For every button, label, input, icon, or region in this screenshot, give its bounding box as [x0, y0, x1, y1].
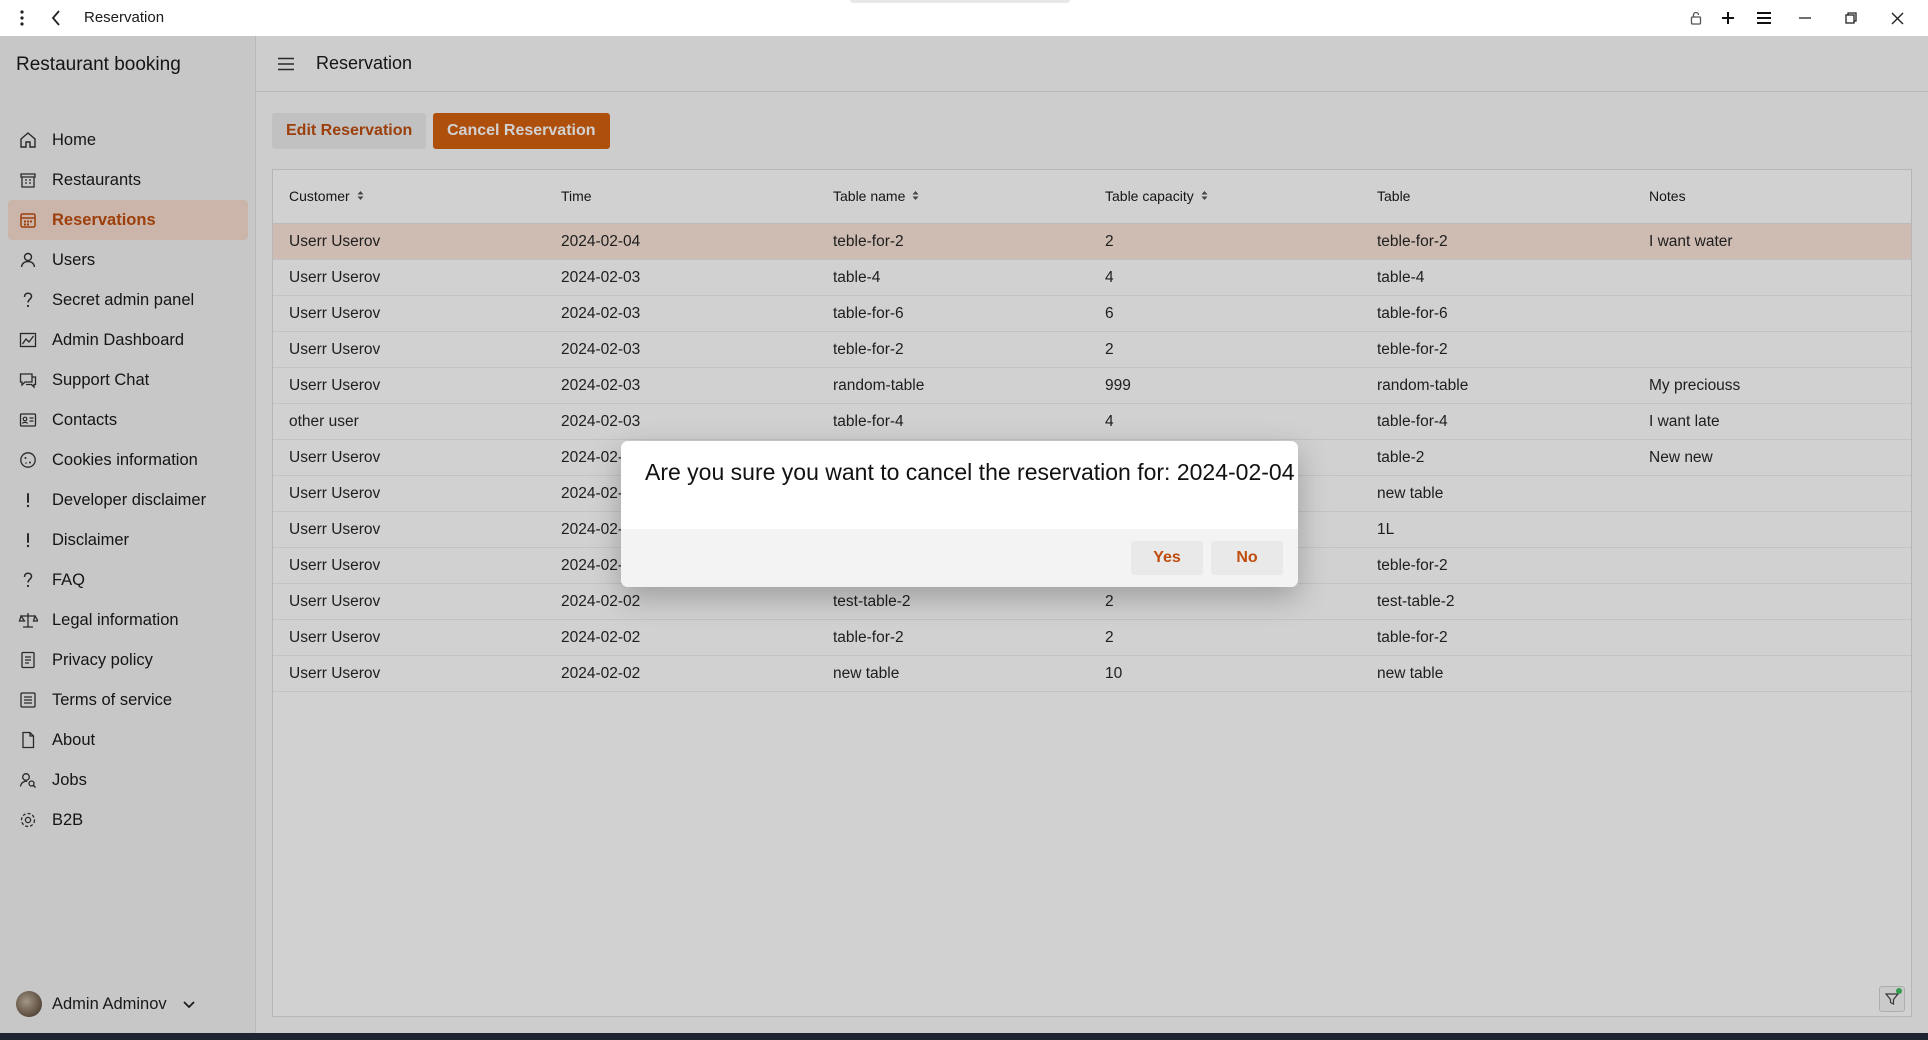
lock-icon[interactable]	[1683, 0, 1709, 36]
top-strip	[850, 0, 1070, 3]
restore-icon[interactable]	[1836, 0, 1866, 36]
taskbar	[0, 1033, 1928, 1040]
window-title: Reservation	[84, 9, 165, 26]
close-icon[interactable]	[1882, 0, 1912, 36]
app-window: Reservation Restaurant booking Home Rest…	[0, 0, 1928, 1033]
dialog-message: Are you sure you want to cancel the rese…	[645, 459, 1295, 485]
dialog-footer: Yes No	[621, 529, 1298, 587]
menu-lines-icon[interactable]	[1751, 0, 1777, 36]
back-arrow-icon[interactable]	[44, 0, 68, 36]
title-bar: Reservation	[0, 0, 1928, 36]
yes-button[interactable]: Yes	[1131, 541, 1203, 575]
no-button[interactable]: No	[1211, 541, 1283, 575]
confirm-dialog: Are you sure you want to cancel the rese…	[621, 441, 1298, 587]
plus-icon[interactable]	[1715, 0, 1741, 36]
minimize-icon[interactable]	[1790, 0, 1820, 36]
more-vertical-icon[interactable]	[10, 0, 34, 36]
